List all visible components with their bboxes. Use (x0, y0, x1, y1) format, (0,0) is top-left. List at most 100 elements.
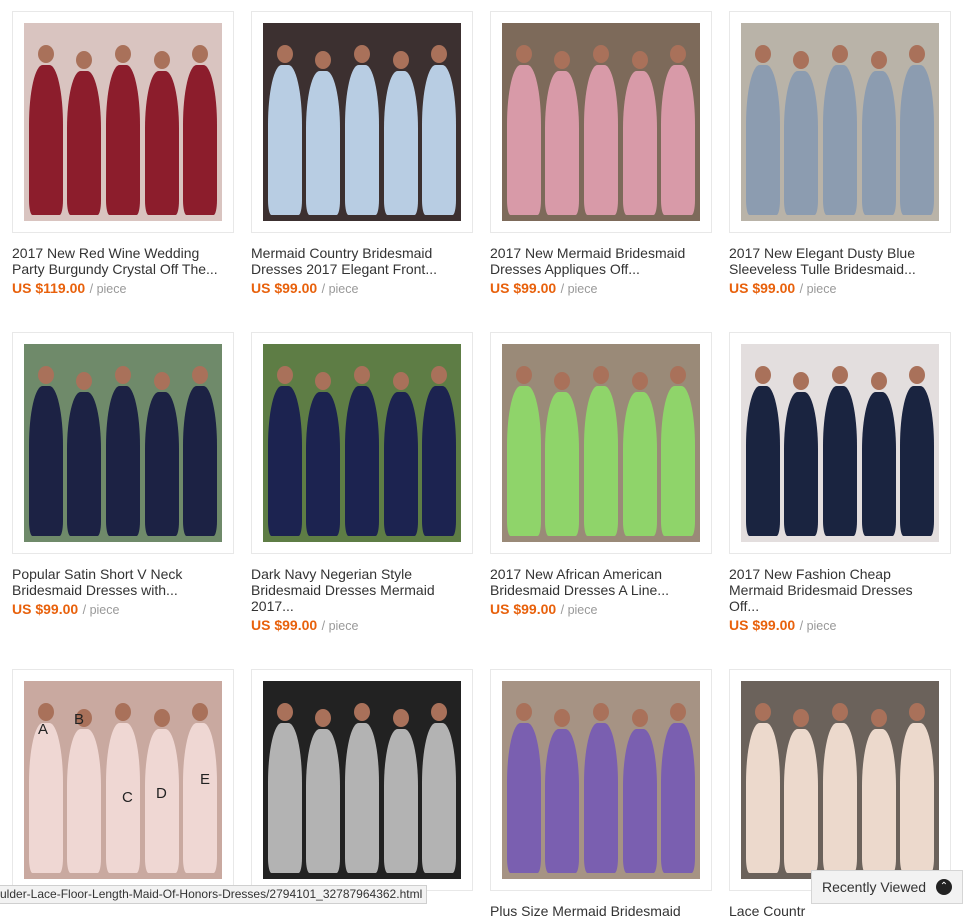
dress-figure (106, 386, 140, 536)
model-head (754, 703, 771, 721)
product-image[interactable] (251, 669, 473, 891)
model-head (593, 45, 609, 63)
dress-option-letter: B (74, 711, 85, 728)
product-title[interactable]: 2017 New Mermaid Bridesmaid Dresses Appl… (490, 245, 712, 277)
dress-figure (861, 729, 896, 873)
product-photo (24, 23, 222, 221)
product-title[interactable]: Popular Satin Short V Neck Bridesmaid Dr… (12, 566, 234, 598)
product-price: US $99.00 (490, 280, 557, 296)
model-head (515, 45, 532, 63)
model-head (515, 703, 532, 721)
model-head (276, 703, 293, 721)
dress-figure (622, 71, 657, 215)
model-head (354, 45, 370, 63)
product-price: US $99.00 (12, 601, 79, 617)
product-card[interactable]: Mermaid Country Bridesmaid Dresses 2017 … (251, 11, 473, 298)
model-head (631, 51, 648, 69)
dress-figure (183, 65, 218, 215)
product-card[interactable]: Dark Navy Negerian Style Bridesmaid Dres… (251, 332, 473, 635)
product-image[interactable]: A B C D E (12, 669, 234, 891)
dress-figure (422, 723, 457, 873)
dress-figure (422, 65, 457, 215)
model-head (754, 45, 771, 63)
dress-figure (745, 723, 780, 873)
price-row: US $99.00 / piece (490, 279, 712, 298)
product-image[interactable] (251, 332, 473, 554)
dress-figure (67, 71, 102, 215)
dress-figure (584, 386, 618, 536)
model-head (392, 372, 409, 390)
model-head (870, 372, 887, 390)
dress-figure (861, 71, 896, 215)
dress-figure (545, 392, 580, 536)
recently-viewed-button[interactable]: Recently Viewed ⌃ (811, 870, 963, 904)
product-photo (24, 344, 222, 542)
model-head (354, 703, 370, 721)
model-head (115, 366, 131, 384)
price-row: US $99.00 / piece (490, 600, 712, 619)
dress-figure (861, 392, 896, 536)
product-card[interactable] (251, 669, 473, 903)
product-title[interactable]: 2017 New Red Wine Wedding Party Burgundy… (12, 245, 234, 277)
model-head (37, 45, 54, 63)
product-image[interactable] (729, 332, 951, 554)
price-unit: / piece (89, 282, 127, 296)
product-title[interactable]: 2017 New African American Bridesmaid Dre… (490, 566, 712, 598)
product-price: US $99.00 (490, 601, 557, 617)
product-title[interactable]: 2017 New Fashion Cheap Mermaid Bridesmai… (729, 566, 951, 614)
product-image[interactable] (490, 669, 712, 891)
dress-option-letter: D (156, 785, 167, 802)
product-price: US $119.00 (12, 280, 86, 296)
status-bar-url: ulder-Lace-Floor-Length-Maid-Of-Honors-D… (0, 885, 428, 904)
dress-figure (622, 729, 657, 873)
product-card[interactable]: Plus Size Mermaid Bridesmaid (490, 669, 712, 919)
product-image[interactable] (729, 669, 951, 891)
product-photo (263, 23, 461, 221)
price-unit: / piece (321, 282, 359, 296)
model-head (115, 45, 131, 63)
product-card[interactable]: 2017 New Mermaid Bridesmaid Dresses Appl… (490, 11, 712, 298)
product-image[interactable] (490, 11, 712, 233)
product-card[interactable]: 2017 New African American Bridesmaid Dre… (490, 332, 712, 619)
product-title[interactable]: 2017 New Elegant Dusty Blue Sleeveless T… (729, 245, 951, 277)
dress-option-letter: A (38, 721, 49, 738)
product-title[interactable]: Dark Navy Negerian Style Bridesmaid Dres… (251, 566, 473, 614)
dress-figure (784, 71, 819, 215)
product-card[interactable]: 2017 New Fashion Cheap Mermaid Bridesmai… (729, 332, 951, 635)
product-image[interactable] (12, 332, 234, 554)
price-unit: / piece (799, 619, 837, 633)
dress-figure (784, 392, 819, 536)
dress-option-letter: C (122, 789, 133, 806)
product-card[interactable]: Popular Satin Short V Neck Bridesmaid Dr… (12, 332, 234, 619)
product-image[interactable] (729, 11, 951, 233)
model-head (392, 51, 409, 69)
product-title[interactable]: Mermaid Country Bridesmaid Dresses 2017 … (251, 245, 473, 277)
dress-figure (900, 386, 935, 536)
product-price: US $99.00 (729, 280, 796, 296)
dress-figure (67, 729, 102, 873)
price-unit: / piece (560, 603, 598, 617)
product-title[interactable]: Plus Size Mermaid Bridesmaid (490, 903, 712, 919)
price-row: US $99.00 / piece (251, 279, 473, 298)
model-head (153, 709, 170, 727)
price-row: US $99.00 / piece (729, 279, 951, 298)
dress-figure (622, 392, 657, 536)
model-head (631, 709, 648, 727)
product-image[interactable] (251, 11, 473, 233)
product-card[interactable]: 2017 New Elegant Dusty Blue Sleeveless T… (729, 11, 951, 298)
product-photo (502, 344, 700, 542)
dress-figure (823, 723, 857, 873)
dress-figure (144, 71, 179, 215)
product-image[interactable] (12, 11, 234, 233)
model-head (754, 366, 771, 384)
model-head (153, 372, 170, 390)
dress-figure (900, 65, 935, 215)
product-card[interactable]: 2017 New Red Wine Wedding Party Burgundy… (12, 11, 234, 298)
product-price: US $99.00 (729, 617, 796, 633)
product-card[interactable]: A B C D E (12, 669, 234, 903)
product-title[interactable]: Lace Countr (729, 903, 951, 919)
product-image[interactable] (490, 332, 712, 554)
model-head (593, 366, 609, 384)
model-head (153, 51, 170, 69)
product-photo (502, 23, 700, 221)
